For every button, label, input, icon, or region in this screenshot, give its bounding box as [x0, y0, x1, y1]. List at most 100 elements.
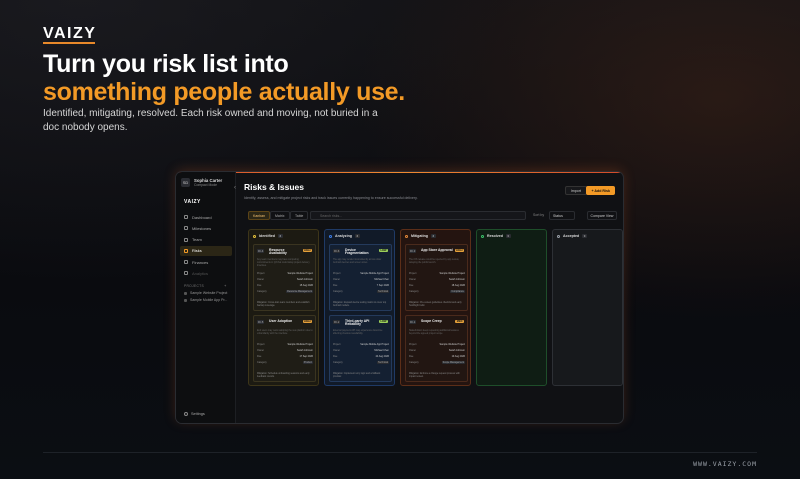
sidebar-project[interactable]: Sample Website Project: [184, 291, 227, 295]
mitigation-note: Mitigation: Schedule onboarding sessions…: [257, 373, 310, 378]
field-value: Michael Chen: [374, 278, 389, 281]
field-label: Due: [257, 284, 262, 287]
field-label: Due: [409, 284, 414, 287]
project-label: Sample Mobile App Pr...: [190, 298, 228, 302]
column-mitigating: Mitigating 2 RI-3 App Store Approval HIGH The…: [400, 229, 471, 386]
column-header: Identified 2: [253, 234, 283, 238]
column-accepted: Accepted 0: [552, 229, 623, 386]
workspace-switcher[interactable]: SD Sophia Carter Compact Mode: [181, 178, 222, 187]
risk-card[interactable]: RI-5 User Adoption HIGH End users may resis…: [253, 315, 316, 382]
field-value: 17 Sep 2026: [299, 355, 313, 358]
field-label: Due: [409, 355, 414, 358]
card-field: Due 7 Sep 2026: [333, 284, 389, 287]
card-field: Category Technical: [333, 361, 389, 364]
field-value: Technical: [377, 361, 389, 364]
field-value: 18 Aug 2026: [451, 284, 465, 287]
add-risk-button[interactable]: + Add Risk: [586, 186, 615, 195]
column-count: 0: [582, 234, 587, 238]
finance-icon: [184, 260, 188, 265]
back-icon[interactable]: ‹: [234, 185, 236, 191]
severity-badge: HIGH: [302, 248, 312, 252]
severity-badge: LOW: [378, 248, 388, 252]
column-count: 0: [505, 234, 511, 238]
main-panel: ‹ Risks & Issues Identify, assess, and m…: [234, 172, 623, 423]
column-header: Mitigating 2: [405, 234, 436, 238]
compare-view-button[interactable]: Compare View: [587, 211, 617, 220]
dashboard-icon: [184, 215, 188, 219]
risk-card[interactable]: RI-3 App Store Approval HIGH The iOS releas…: [405, 244, 468, 311]
severity-badge: HIGH: [302, 319, 312, 323]
column-count: 2: [277, 234, 283, 238]
view-kanban-button[interactable]: Kanban: [248, 211, 271, 220]
warning-icon: [184, 248, 188, 253]
status-dot-icon: [481, 234, 484, 238]
sidebar-item-finances[interactable]: Finances: [180, 257, 232, 267]
sidebar-item-label: Dashboard: [192, 214, 212, 220]
card-field: Due 10 Aug 2026: [409, 355, 465, 358]
project-icon: [184, 291, 187, 295]
search-input[interactable]: Search risks...: [310, 211, 526, 220]
risk-title: App Store Approval: [421, 247, 453, 252]
settings-link[interactable]: Settings: [184, 412, 205, 416]
sidebar-item-milestones[interactable]: Milestones: [180, 223, 232, 233]
risk-card[interactable]: RI-2 Third-party API Reliability LOW Extern…: [329, 315, 392, 382]
view-table-button[interactable]: Table: [290, 211, 309, 220]
projects-heading: PROJECTS: [184, 284, 204, 288]
column-header: Analyzing 2: [329, 234, 360, 238]
card-field: Category Compliance: [409, 290, 465, 293]
status-dot-icon: [253, 234, 256, 238]
card-field: Project Sample Mobile App Project: [333, 343, 389, 346]
field-value: Michael Chen: [374, 349, 389, 352]
severity-badge: MED: [455, 319, 464, 323]
sidebar-item-team[interactable]: Team: [180, 235, 232, 245]
field-value: Sample Mobile App Project: [360, 343, 389, 346]
view-matrix-button[interactable]: Matrix: [270, 211, 290, 220]
card-field: Owner Michael Chen: [333, 278, 389, 281]
sidebar-item-analytics[interactable]: Analytics: [180, 268, 232, 278]
field-value: Sample Mobile App Project: [360, 272, 389, 275]
mitigation-note: Mitigation: Expand device testing matrix…: [333, 302, 387, 307]
risk-title: Third-party API Reliability: [345, 318, 370, 327]
risk-id: RI-5: [257, 320, 265, 324]
field-value: Compliance: [450, 290, 465, 293]
field-label: Category: [409, 290, 419, 293]
risk-description: End users may resist adopting the new pl…: [257, 330, 313, 335]
field-label: Owner: [333, 278, 341, 281]
risk-description: External payment API may experience down…: [333, 330, 383, 335]
add-project-icon[interactable]: +: [224, 283, 226, 288]
card-field: Owner Michael Chen: [333, 349, 389, 352]
sidebar-item-risks[interactable]: Risks: [180, 245, 232, 256]
sidebar-project[interactable]: Sample Mobile App Pr...: [184, 298, 227, 302]
gear-icon: [184, 412, 188, 416]
field-value: Sarah Johnson: [296, 278, 313, 281]
field-label: Due: [333, 355, 338, 358]
sort-select[interactable]: Status: [549, 211, 575, 220]
sidebar-item-label: Team: [192, 237, 202, 243]
status-dot-icon: [405, 234, 408, 238]
footer-url[interactable]: WWW.VAIZY.COM: [693, 460, 757, 468]
field-value: Sarah Johnson: [448, 349, 465, 352]
sidebar-item-label: Risks: [192, 248, 202, 254]
risk-card[interactable]: RI-1 Scope Creep MED Stakeholders keep requ…: [405, 315, 468, 382]
field-value: Technical: [377, 290, 389, 293]
field-label: Category: [333, 361, 343, 364]
field-value: 10 Aug 2026: [451, 355, 465, 358]
workspace-avatar: SD: [181, 178, 190, 187]
card-field: Owner Sarah Johnson: [409, 349, 465, 352]
headline-line-2: something people actually use.: [43, 78, 405, 106]
field-label: Project: [333, 343, 341, 346]
field-value: Sample Website Project: [439, 343, 465, 346]
sidebar-item-dashboard[interactable]: Dashboard: [180, 212, 232, 222]
column-identified: Identified 2 RI-4 Resource Availability HIGH…: [248, 229, 319, 386]
field-value: 15 Aug 2026: [299, 284, 313, 287]
project-label: Sample Website Project: [190, 291, 228, 295]
team-icon: [184, 237, 188, 242]
import-button[interactable]: Import: [564, 186, 587, 195]
risk-title: Device Fragmentation: [345, 247, 369, 256]
risk-id: RI-3: [409, 249, 417, 253]
field-value: Sample Website Project: [439, 272, 465, 275]
risk-description: Key team members may have competing comm…: [257, 259, 310, 267]
risk-description: The app may render inconsistently across…: [333, 259, 382, 264]
risk-card[interactable]: RI-6 Device Fragmentation LOW The app may r…: [329, 244, 392, 311]
risk-card[interactable]: RI-4 Resource Availability HIGH Key team me…: [253, 244, 316, 311]
